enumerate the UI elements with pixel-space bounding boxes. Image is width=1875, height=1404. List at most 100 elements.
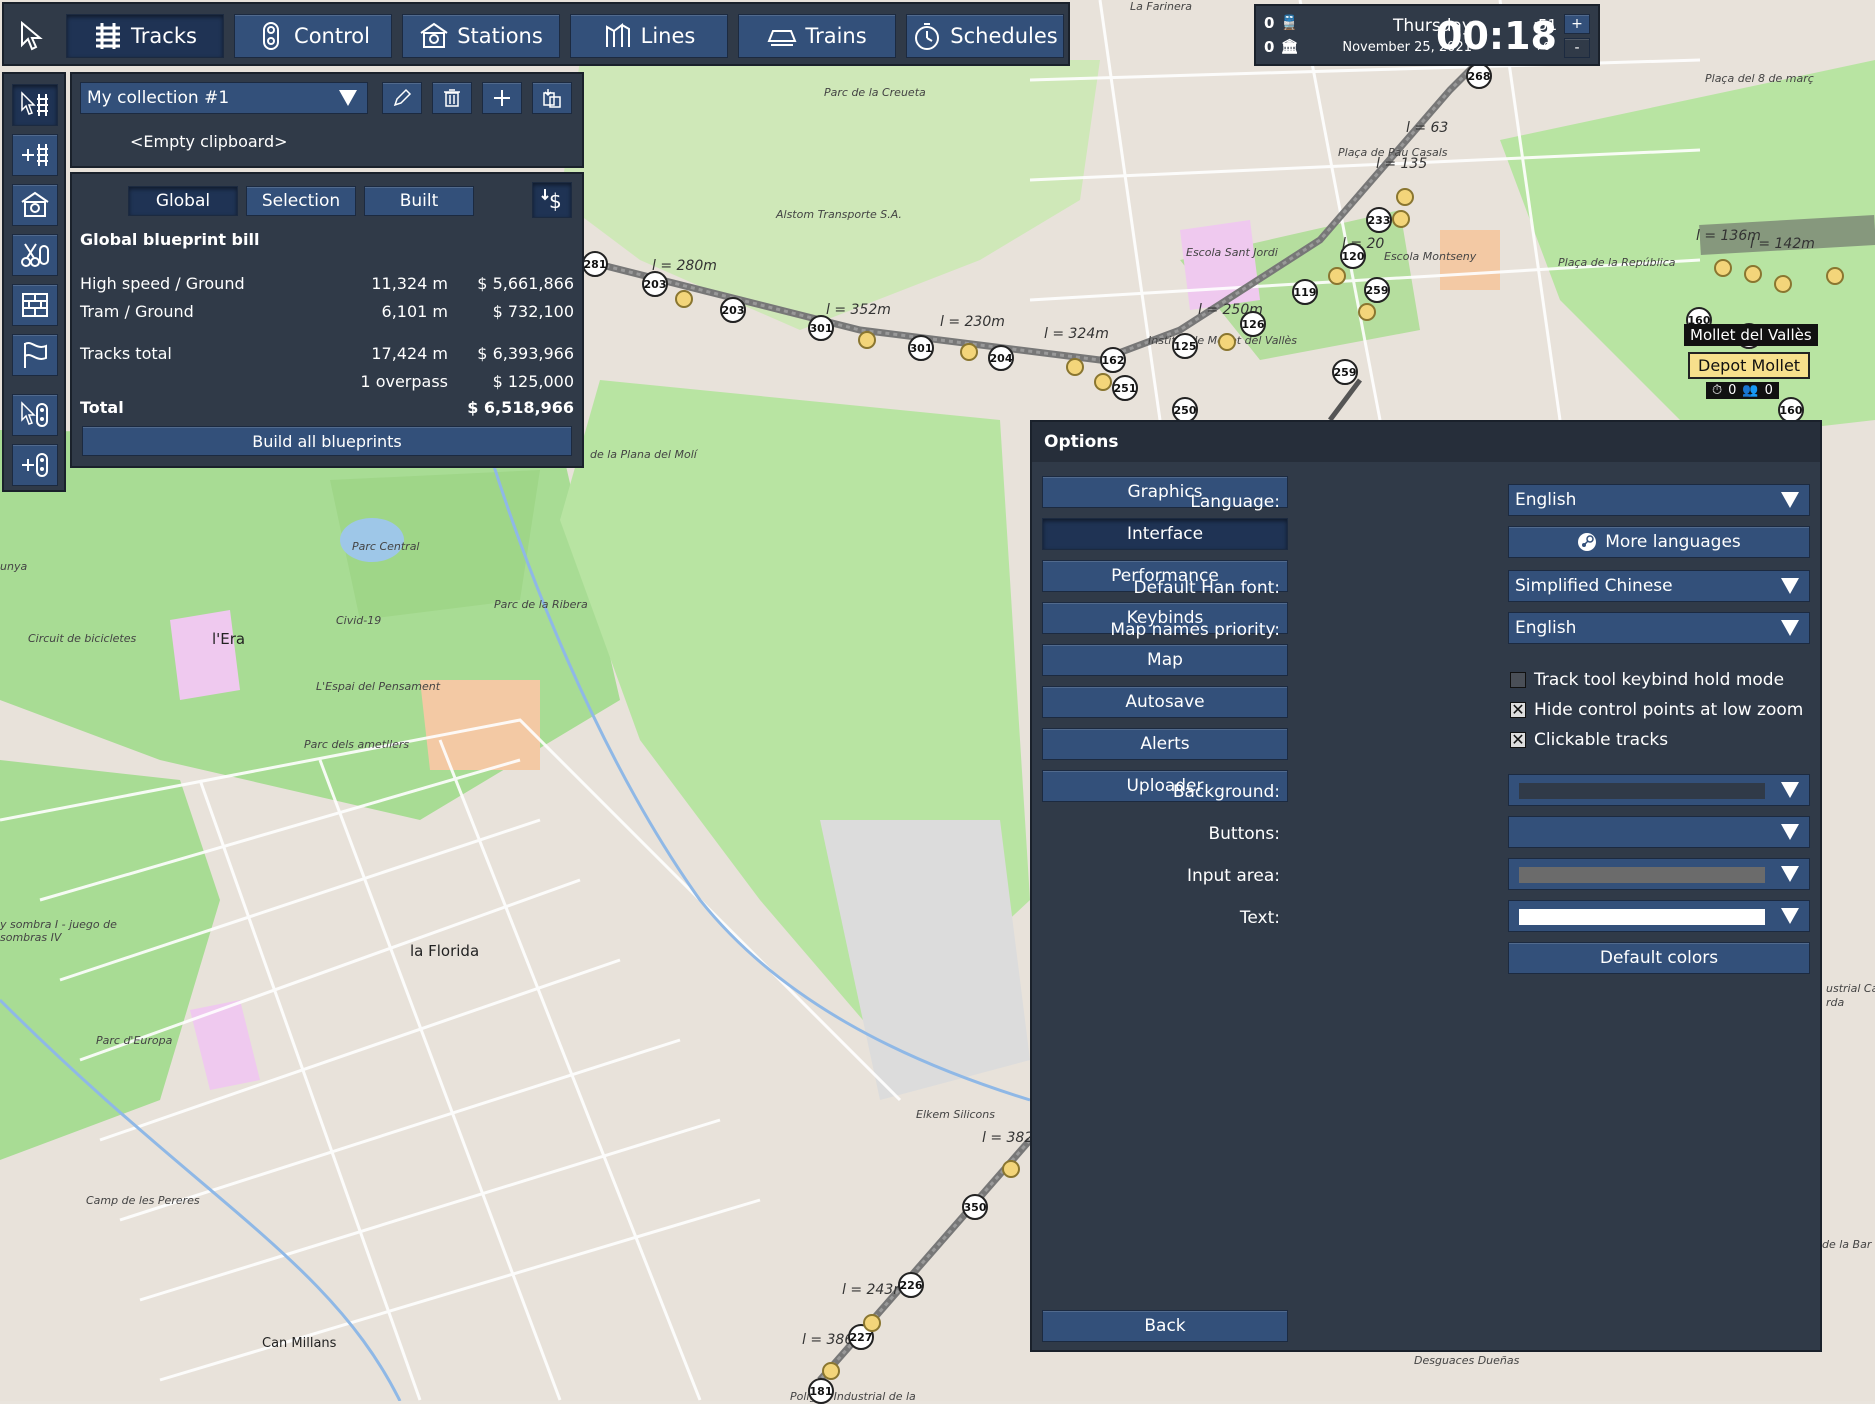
hide-control-points-checkbox[interactable]: ✕ Hide control points at low zoom xyxy=(1510,700,1803,720)
select-signal-tool[interactable] xyxy=(12,394,58,436)
tab-global[interactable]: Global xyxy=(128,186,238,216)
options-category-alerts[interactable]: Alerts xyxy=(1042,728,1288,760)
checkbox-box-checked: ✕ xyxy=(1510,700,1526,719)
map-label: unya xyxy=(0,560,28,573)
pencil-icon xyxy=(393,88,412,107)
depot-name-label[interactable]: Depot Mollet xyxy=(1688,352,1811,379)
build-all-blueprints-button[interactable]: Build all blueprints xyxy=(82,426,572,456)
station-marker[interactable]: 125 xyxy=(1172,333,1198,359)
station-marker[interactable]: 203 xyxy=(720,297,746,323)
speed-up-button[interactable]: + xyxy=(1564,14,1590,34)
delete-collection-button[interactable] xyxy=(432,82,472,114)
control-point[interactable] xyxy=(822,1362,840,1380)
station-marker[interactable]: 301 xyxy=(808,315,834,341)
control-point[interactable] xyxy=(1066,358,1084,376)
station-marker[interactable]: 301 xyxy=(908,335,934,361)
control-point[interactable] xyxy=(1358,303,1376,321)
options-category-map[interactable]: Map xyxy=(1042,644,1288,676)
language-dropdown[interactable]: English xyxy=(1508,484,1810,516)
tab-lines[interactable]: Lines xyxy=(570,14,728,58)
tab-built[interactable]: Built xyxy=(364,186,474,216)
add-collection-button[interactable] xyxy=(482,82,522,114)
station-marker[interactable]: 126 xyxy=(1240,311,1266,337)
steam-icon xyxy=(1578,533,1597,551)
station-marker[interactable]: 162 xyxy=(1100,347,1126,373)
control-point[interactable] xyxy=(863,1314,881,1332)
depot-stats: ⏱ 0 👥 0 xyxy=(1706,382,1779,399)
clock-small-icon: ⏱ xyxy=(1712,383,1723,398)
add-signal-tool[interactable] xyxy=(12,444,58,486)
schedules-icon xyxy=(915,23,940,50)
clickable-tracks-checkbox[interactable]: ✕ Clickable tracks xyxy=(1510,730,1668,750)
station-small-icon: 🏛 xyxy=(1280,39,1299,55)
station-marker[interactable]: 226 xyxy=(898,1272,924,1298)
station-marker[interactable]: 233 xyxy=(1366,207,1392,233)
control-point[interactable] xyxy=(1714,259,1732,277)
tab-trains[interactable]: Trains xyxy=(738,14,896,58)
station-tool[interactable] xyxy=(12,184,58,226)
clock-panel: 0 🚆 0 🏛 Thursday November 25, 2021 00:18… xyxy=(1254,4,1600,66)
add-track-tool[interactable] xyxy=(12,134,58,176)
text-color-picker[interactable] xyxy=(1508,900,1810,932)
map-label: Elkem Silicons xyxy=(916,1108,995,1121)
buttons-color-swatch xyxy=(1519,825,1765,841)
default-colors-button[interactable]: Default colors xyxy=(1508,942,1810,974)
control-point[interactable] xyxy=(675,290,693,308)
options-back-button[interactable]: Back xyxy=(1042,1310,1288,1342)
control-point[interactable] xyxy=(1744,265,1762,283)
rename-collection-button[interactable] xyxy=(382,82,422,114)
control-point[interactable] xyxy=(1218,333,1236,351)
cut-track-tool[interactable] xyxy=(12,234,58,276)
track-length-label: l = 324m xyxy=(1044,326,1109,342)
map-label: la Florida xyxy=(410,942,480,960)
map-label: Camp de les Pereres xyxy=(86,1194,200,1207)
control-point[interactable] xyxy=(1826,267,1844,285)
station-marker[interactable]: 181 xyxy=(808,1378,834,1404)
tab-selection[interactable]: Selection xyxy=(246,186,356,216)
track-length-label: l = 135 xyxy=(1376,156,1428,172)
control-point[interactable] xyxy=(1774,275,1792,293)
paste-icon xyxy=(543,89,561,108)
station-marker[interactable]: 119 xyxy=(1292,279,1318,305)
tab-schedules[interactable]: Schedules xyxy=(906,14,1064,58)
station-marker[interactable]: 120 xyxy=(1340,243,1366,269)
station-marker[interactable]: 251 xyxy=(1112,375,1138,401)
paste-blueprint-button[interactable] xyxy=(532,82,572,114)
options-category-autosave[interactable]: Autosave xyxy=(1042,686,1288,718)
control-point[interactable] xyxy=(1328,267,1346,285)
control-point[interactable] xyxy=(858,331,876,349)
more-languages-button[interactable]: More languages xyxy=(1508,526,1810,558)
tab-stations[interactable]: Stations xyxy=(402,14,560,58)
collection-dropdown[interactable]: My collection #1 xyxy=(80,82,368,114)
speed-down-button[interactable]: - xyxy=(1564,38,1590,58)
control-point[interactable] xyxy=(1002,1160,1020,1178)
background-color-picker[interactable] xyxy=(1508,774,1810,806)
cost-toggle-button[interactable]: $ xyxy=(532,182,572,218)
buttons-color-picker[interactable] xyxy=(1508,816,1810,848)
wall-tool[interactable] xyxy=(12,284,58,326)
select-track-tool[interactable] xyxy=(12,84,58,126)
tab-tracks[interactable]: Tracks xyxy=(66,14,224,58)
han-font-dropdown[interactable]: Simplified Chinese xyxy=(1508,570,1810,602)
station-marker[interactable]: 204 xyxy=(988,345,1014,371)
input-area-color-picker[interactable] xyxy=(1508,858,1810,890)
bill-title: Global blueprint bill xyxy=(80,230,260,249)
station-marker[interactable]: 203 xyxy=(642,271,668,297)
station-marker[interactable]: 281 xyxy=(582,251,608,277)
options-category-interface[interactable]: Interface xyxy=(1042,518,1288,550)
station-marker[interactable]: 350 xyxy=(962,1194,988,1220)
control-point[interactable] xyxy=(960,343,978,361)
select-tool-button[interactable] xyxy=(14,14,50,58)
scissors-icon xyxy=(21,243,49,267)
control-point[interactable] xyxy=(1392,210,1410,228)
station-marker[interactable]: 268 xyxy=(1466,63,1492,89)
track-tool-hold-mode-checkbox[interactable]: Track tool keybind hold mode xyxy=(1510,670,1784,690)
tab-control[interactable]: Control xyxy=(234,14,392,58)
map-names-priority-dropdown[interactable]: English xyxy=(1508,612,1810,644)
control-point[interactable] xyxy=(1094,373,1112,391)
map-label: rda xyxy=(1826,996,1845,1009)
control-point[interactable] xyxy=(1396,188,1414,206)
station-marker[interactable]: 259 xyxy=(1364,277,1390,303)
station-marker[interactable]: 259 xyxy=(1332,359,1358,385)
flag-tool[interactable] xyxy=(12,334,58,376)
